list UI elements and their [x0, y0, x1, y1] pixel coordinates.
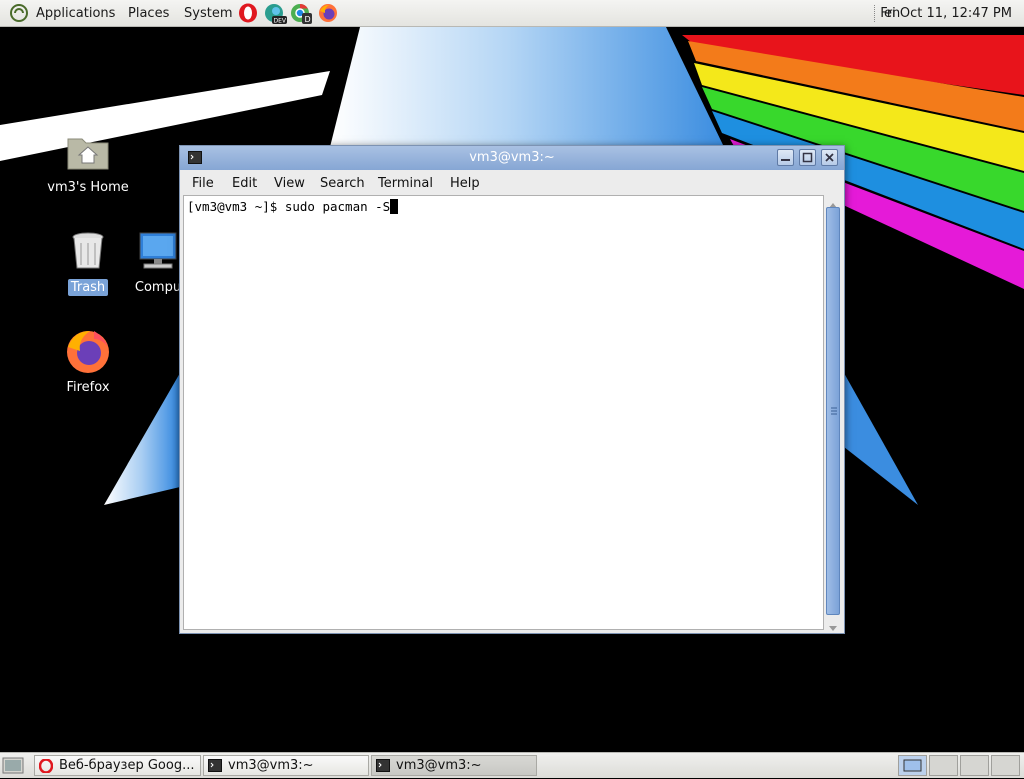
- desktop-icon-label: Trash: [67, 279, 109, 296]
- mate-logo-icon[interactable]: [10, 4, 28, 22]
- terminal-prompt-line: [vm3@vm3 ~]$ sudo pacman -S: [187, 199, 399, 214]
- desktop: vm3's Home Trash Compu Firefox vm3@vm3:~: [0, 27, 1024, 752]
- edge-dev-icon[interactable]: DEV: [264, 3, 287, 25]
- workspace-2[interactable]: [929, 755, 958, 776]
- workspace-4[interactable]: [991, 755, 1020, 776]
- taskbar-item-browser[interactable]: Веб-браузер Goog...: [34, 755, 201, 776]
- terminal-icon: [376, 759, 390, 772]
- terminal-menubar: File Edit View Search Terminal Help: [180, 172, 844, 194]
- workspace-1[interactable]: [898, 755, 927, 776]
- window-title: vm3@vm3:~: [469, 150, 555, 165]
- opera-icon[interactable]: [238, 3, 258, 23]
- applications-menu[interactable]: Applications: [36, 6, 115, 21]
- window-titlebar[interactable]: vm3@vm3:~: [180, 146, 844, 170]
- menu-view[interactable]: View: [274, 176, 305, 191]
- menu-terminal[interactable]: Terminal: [378, 176, 433, 191]
- firefox-icon: [67, 331, 109, 373]
- taskbar-item-terminal-2[interactable]: vm3@vm3:~: [371, 755, 537, 776]
- scroll-down-arrow-icon[interactable]: [829, 621, 837, 631]
- trash-icon: [72, 232, 104, 269]
- desktop-icon-label: Firefox: [66, 380, 110, 395]
- computer-icon: [139, 232, 177, 269]
- taskbar-item-label: Веб-браузер Goog...: [59, 758, 195, 773]
- close-button[interactable]: [821, 149, 838, 166]
- show-desktop-icon[interactable]: [2, 756, 24, 775]
- minimize-button[interactable]: [777, 149, 794, 166]
- taskbar-item-terminal-1[interactable]: vm3@vm3:~: [203, 755, 369, 776]
- system-menu[interactable]: System: [184, 6, 232, 21]
- scroll-up-arrow-icon[interactable]: [829, 197, 837, 208]
- menu-help[interactable]: Help: [450, 176, 480, 191]
- text-cursor: [390, 199, 399, 214]
- chrome-dev-icon[interactable]: D: [290, 3, 312, 24]
- firefox-icon[interactable]: [318, 3, 338, 23]
- svg-text:D: D: [305, 15, 311, 24]
- scrollbar-thumb[interactable]: [826, 207, 840, 615]
- desktop-icon-label: Compu: [134, 280, 182, 295]
- menu-search[interactable]: Search: [320, 176, 365, 191]
- top-panel: Applications Places System DEV D en Fri …: [0, 0, 1024, 27]
- svg-text:DEV: DEV: [274, 18, 287, 25]
- clock[interactable]: Fri Oct 11, 12:47 PM: [880, 6, 1012, 21]
- maximize-button[interactable]: [799, 149, 816, 166]
- places-menu[interactable]: Places: [128, 6, 169, 21]
- panel-separator: [874, 5, 876, 22]
- desktop-icon-home[interactable]: vm3's Home: [43, 127, 133, 196]
- taskbar-item-label: vm3@vm3:~: [228, 758, 314, 773]
- desktop-icon-firefox[interactable]: Firefox: [43, 327, 133, 396]
- opera-icon: [38, 758, 54, 774]
- terminal-prompt-text: [vm3@vm3 ~]$ sudo pacman -S: [187, 199, 391, 214]
- home-folder-icon: [67, 138, 109, 170]
- terminal-output[interactable]: [vm3@vm3 ~]$ sudo pacman -S: [183, 195, 824, 630]
- workspace-3[interactable]: [960, 755, 989, 776]
- bottom-panel: Веб-браузер Goog... vm3@vm3:~ vm3@vm3:~: [0, 752, 1024, 778]
- desktop-icon-label: vm3's Home: [47, 180, 129, 195]
- terminal-icon: [208, 759, 222, 772]
- terminal-window: vm3@vm3:~ File Edit View Search Terminal…: [179, 145, 845, 634]
- menu-edit[interactable]: Edit: [232, 176, 257, 191]
- menu-file[interactable]: File: [192, 176, 214, 191]
- taskbar-item-label: vm3@vm3:~: [396, 758, 482, 773]
- vertical-scrollbar[interactable]: [825, 195, 842, 631]
